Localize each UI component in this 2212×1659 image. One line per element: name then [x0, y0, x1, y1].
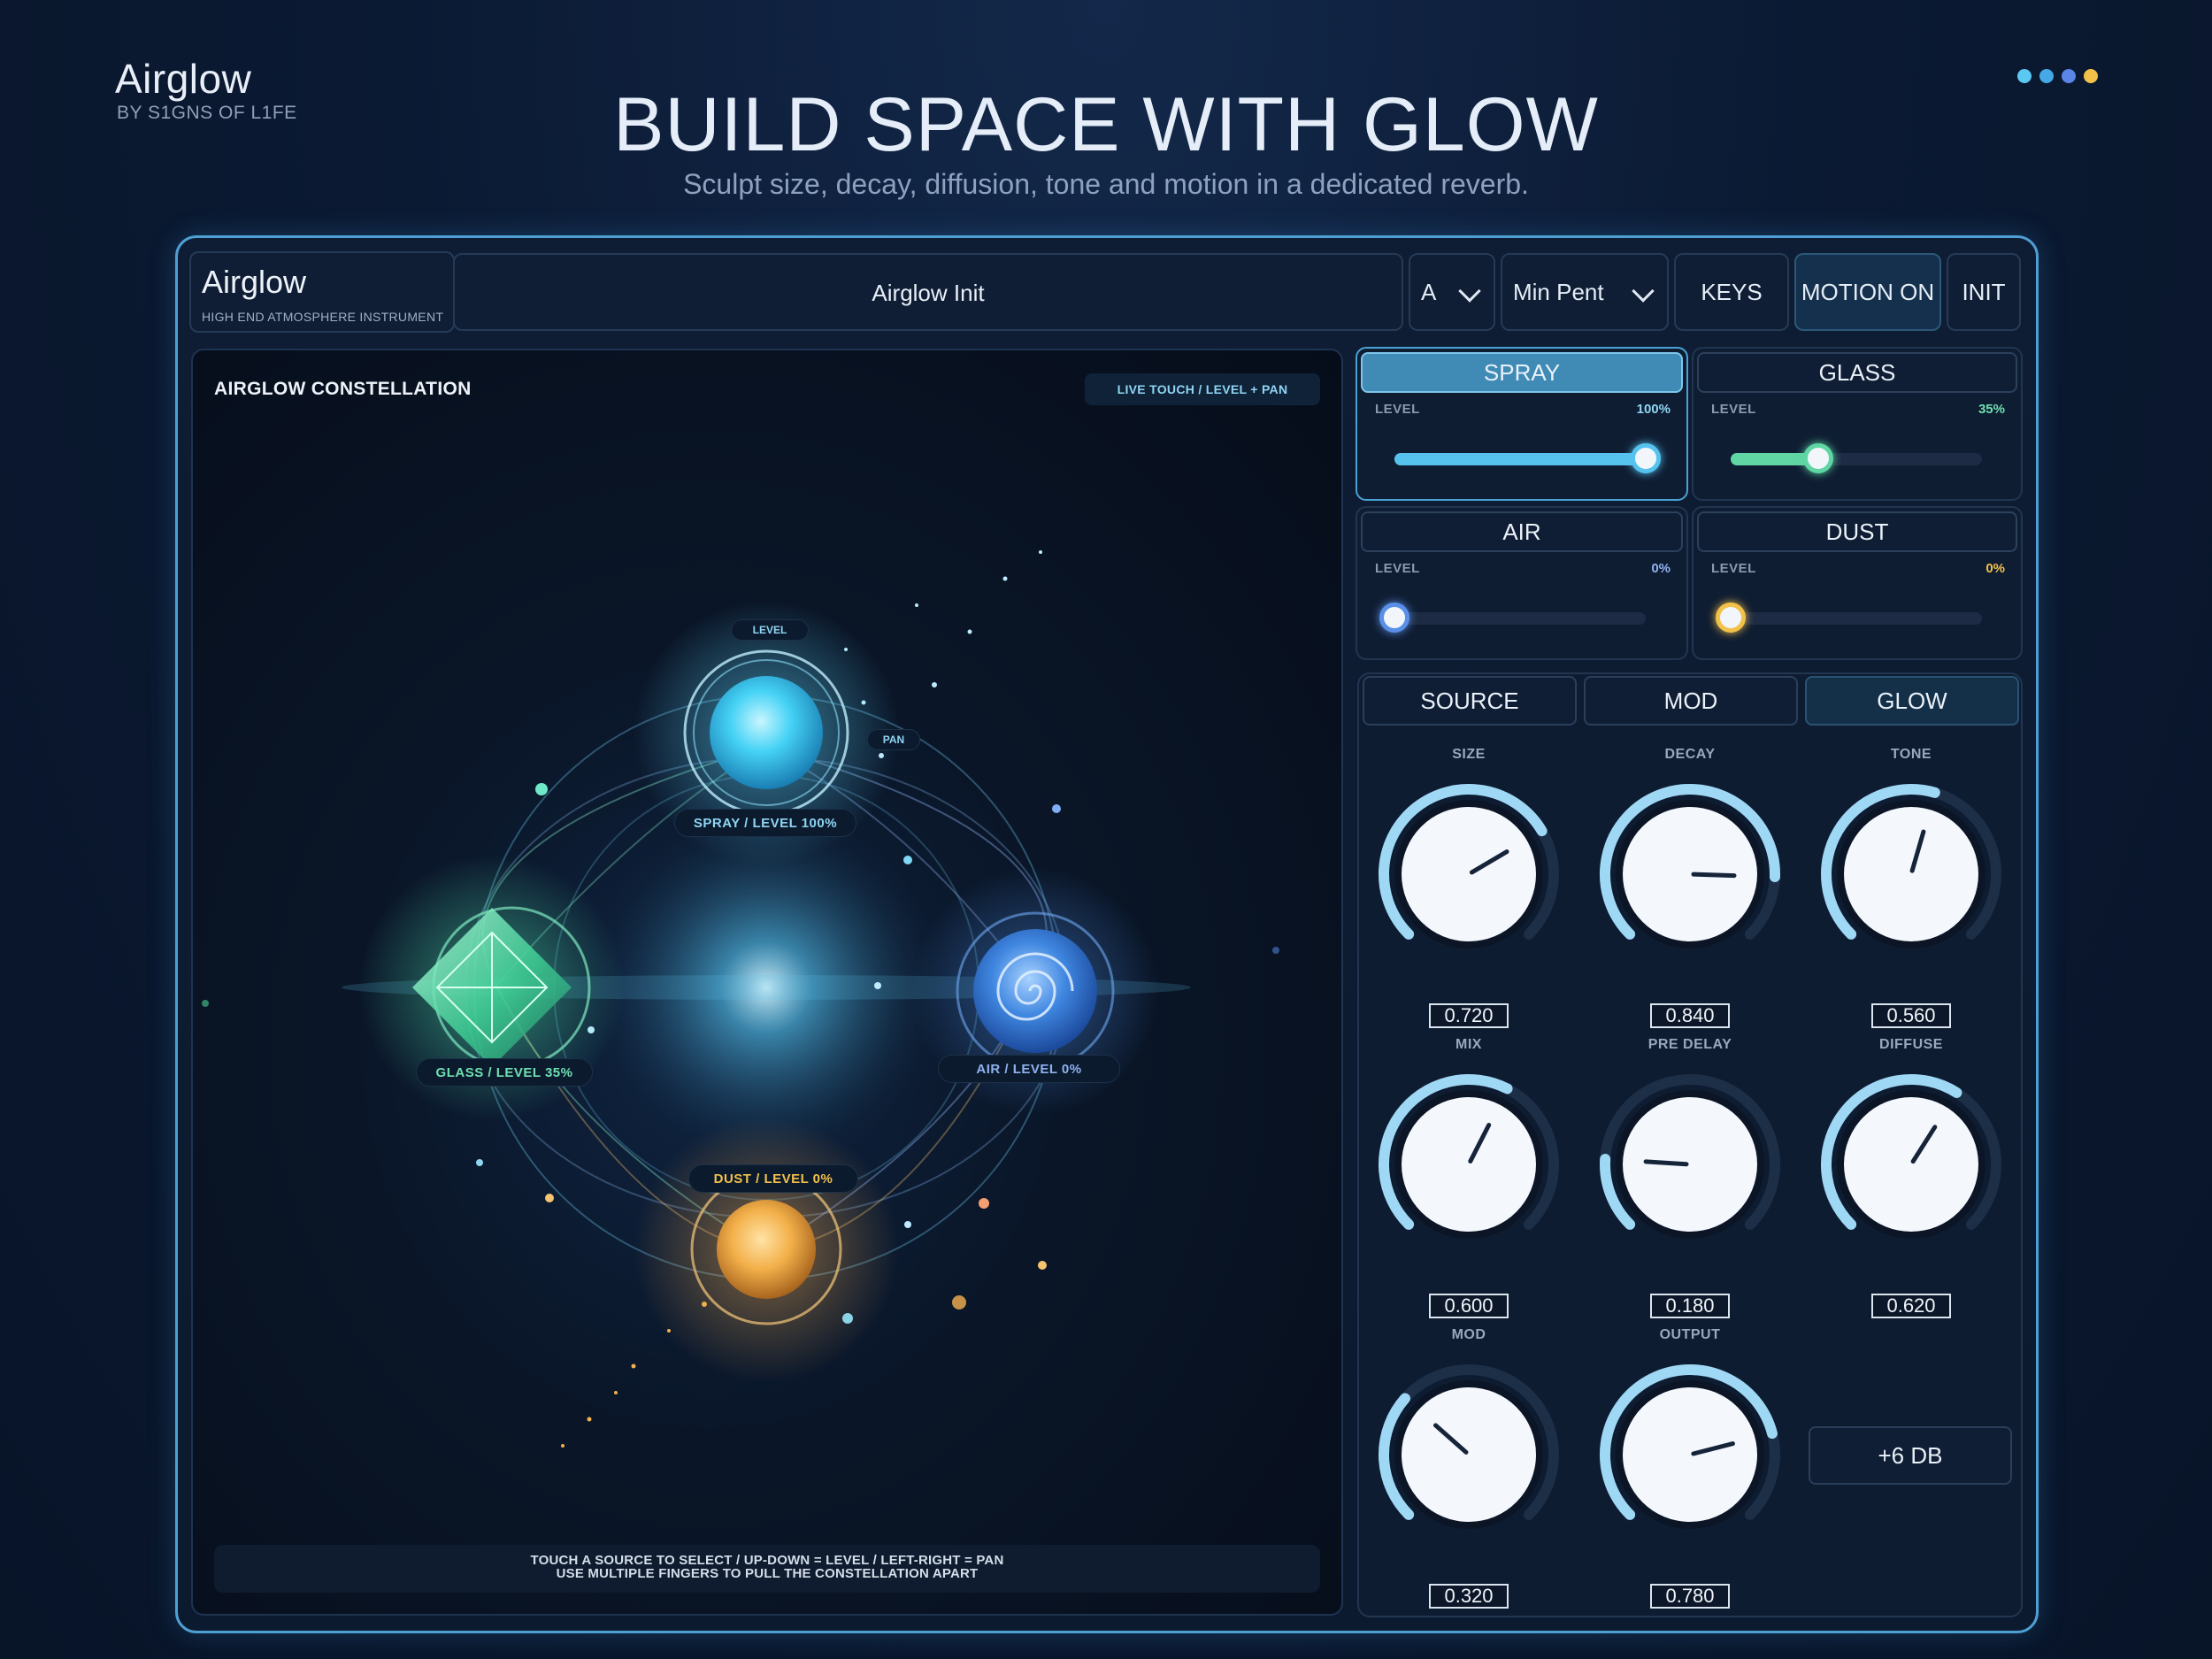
knob-value-readout[interactable]: 0.840	[1650, 1003, 1730, 1028]
motion-toggle-button[interactable]: MOTION ON	[1794, 253, 1941, 331]
knob-pre-delay[interactable]	[1593, 1067, 1787, 1262]
init-button[interactable]: INIT	[1947, 253, 2021, 331]
knob-value-readout[interactable]: 0.560	[1871, 1003, 1951, 1028]
knob-label: MOD	[1451, 1327, 1486, 1342]
status-dot	[2017, 69, 2032, 83]
level-label: LEVEL	[1711, 561, 1756, 576]
status-dots	[2017, 69, 2098, 83]
knob-face[interactable]	[1623, 1387, 1757, 1522]
level-label: LEVEL	[1375, 402, 1420, 417]
knob-value-readout[interactable]: 0.320	[1429, 1584, 1509, 1609]
level-slider[interactable]	[1716, 603, 1982, 633]
knob-face[interactable]	[1402, 1387, 1536, 1522]
knob-mod[interactable]	[1371, 1357, 1566, 1552]
knob-tone[interactable]	[1814, 777, 2008, 972]
level-slider[interactable]	[1731, 443, 1982, 473]
slider-thumb[interactable]	[1716, 603, 1746, 633]
knob-diffuse[interactable]	[1814, 1067, 2008, 1262]
knob-label: OUTPUT	[1659, 1327, 1721, 1342]
level-slider[interactable]	[1394, 443, 1661, 473]
status-dot	[2062, 69, 2076, 83]
knob-face[interactable]	[1402, 1097, 1536, 1232]
status-dot	[2039, 69, 2054, 83]
air-node-label: AIR / LEVEL 0%	[938, 1055, 1120, 1083]
level-value: 0%	[1651, 561, 1671, 576]
level-slider[interactable]	[1379, 603, 1646, 633]
tab-source[interactable]: SOURCE	[1363, 676, 1577, 726]
knob-value-readout[interactable]: 0.600	[1429, 1294, 1509, 1318]
spray-pan-tag: PAN	[867, 729, 920, 750]
knob-face[interactable]	[1402, 807, 1536, 941]
scale-value: Min Pent	[1513, 278, 1604, 305]
constellation-title: AIRGLOW CONSTELLATION	[214, 379, 472, 399]
glass-node-label: GLASS / LEVEL 35%	[416, 1058, 593, 1087]
gesture-hint: TOUCH A SOURCE TO SELECT / UP-DOWN = LEV…	[214, 1545, 1320, 1593]
knob-pointer	[1643, 1159, 1689, 1167]
source-card-glass[interactable]: GLASS LEVEL 35%	[1692, 347, 2023, 501]
hero-subtitle: Sculpt size, decay, diffusion, tone and …	[683, 168, 1529, 200]
slider-thumb[interactable]	[1379, 603, 1409, 633]
dust-node[interactable]	[634, 1117, 899, 1382]
app-subtitle: HIGH END ATMOSPHERE INSTRUMENT	[202, 310, 444, 324]
slider-fill	[1394, 453, 1646, 465]
source-card-dust[interactable]: DUST LEVEL 0%	[1692, 506, 2023, 660]
spray-node-label: SPRAY / LEVEL 100%	[674, 809, 856, 837]
keys-button[interactable]: KEYS	[1674, 253, 1789, 331]
knob-face[interactable]	[1623, 807, 1757, 941]
source-card-spray[interactable]: SPRAY LEVEL 100%	[1356, 347, 1688, 501]
output-gain-button[interactable]: +6 DB	[1809, 1426, 2012, 1485]
tab-glow[interactable]: GLOW	[1805, 676, 2019, 726]
knob-mix[interactable]	[1371, 1067, 1566, 1262]
source-tab-glass[interactable]: GLASS	[1697, 352, 2017, 393]
knob-value-readout[interactable]: 0.720	[1429, 1003, 1509, 1028]
knob-label: DECAY	[1664, 747, 1716, 762]
slider-thumb[interactable]	[1803, 443, 1834, 473]
hero-title: BUILD SPACE WITH GLOW	[613, 82, 1599, 167]
preset-name[interactable]: Airglow Init	[453, 280, 1403, 307]
hint-line: TOUCH A SOURCE TO SELECT / UP-DOWN = LEV…	[530, 1553, 1004, 1568]
spray-level-tag: LEVEL	[731, 619, 809, 641]
knob-label: TONE	[1890, 747, 1932, 762]
knob-face[interactable]	[1844, 1097, 1978, 1232]
level-value: 100%	[1636, 402, 1671, 417]
source-tab-air[interactable]: AIR	[1361, 511, 1683, 552]
hint-line: USE MULTIPLE FINGERS TO PULL THE CONSTEL…	[556, 1566, 979, 1581]
chevron-down-icon	[1458, 280, 1481, 303]
slider-thumb[interactable]	[1631, 443, 1661, 473]
status-dot	[2084, 69, 2098, 83]
knob-value-readout[interactable]: 0.620	[1871, 1294, 1951, 1318]
source-card-air[interactable]: AIR LEVEL 0%	[1356, 506, 1688, 660]
chevron-down-icon	[1632, 280, 1655, 303]
knob-value-readout[interactable]: 0.180	[1650, 1294, 1730, 1318]
tab-mod[interactable]: MOD	[1584, 676, 1798, 726]
knob-face[interactable]	[1844, 807, 1978, 941]
scale-dropdown[interactable]: Min Pent	[1501, 253, 1669, 331]
knob-output[interactable]	[1593, 1357, 1787, 1552]
key-value: A	[1421, 278, 1437, 305]
dust-node-label: DUST / LEVEL 0%	[688, 1164, 858, 1193]
level-value: 0%	[1985, 561, 2005, 576]
knob-label: SIZE	[1452, 747, 1486, 762]
source-tab-dust[interactable]: DUST	[1697, 511, 2017, 552]
constellation-visual[interactable]	[191, 349, 1343, 1616]
level-label: LEVEL	[1375, 561, 1420, 576]
knob-label: DIFFUSE	[1879, 1037, 1943, 1052]
knob-size[interactable]	[1371, 777, 1566, 972]
key-dropdown[interactable]: A	[1409, 253, 1495, 331]
knob-face[interactable]	[1623, 1097, 1757, 1232]
knob-pointer	[1691, 872, 1737, 879]
knob-label: MIX	[1455, 1037, 1482, 1052]
level-value: 35%	[1978, 402, 2005, 417]
level-label: LEVEL	[1711, 402, 1756, 417]
live-touch-badge: LIVE TOUCH / LEVEL + PAN	[1085, 373, 1320, 405]
source-tab-spray[interactable]: SPRAY	[1361, 352, 1683, 393]
knob-decay[interactable]	[1593, 777, 1787, 972]
knob-label: PRE DELAY	[1647, 1037, 1732, 1052]
app-name: Airglow	[202, 264, 307, 300]
knob-value-readout[interactable]: 0.780	[1650, 1584, 1730, 1609]
